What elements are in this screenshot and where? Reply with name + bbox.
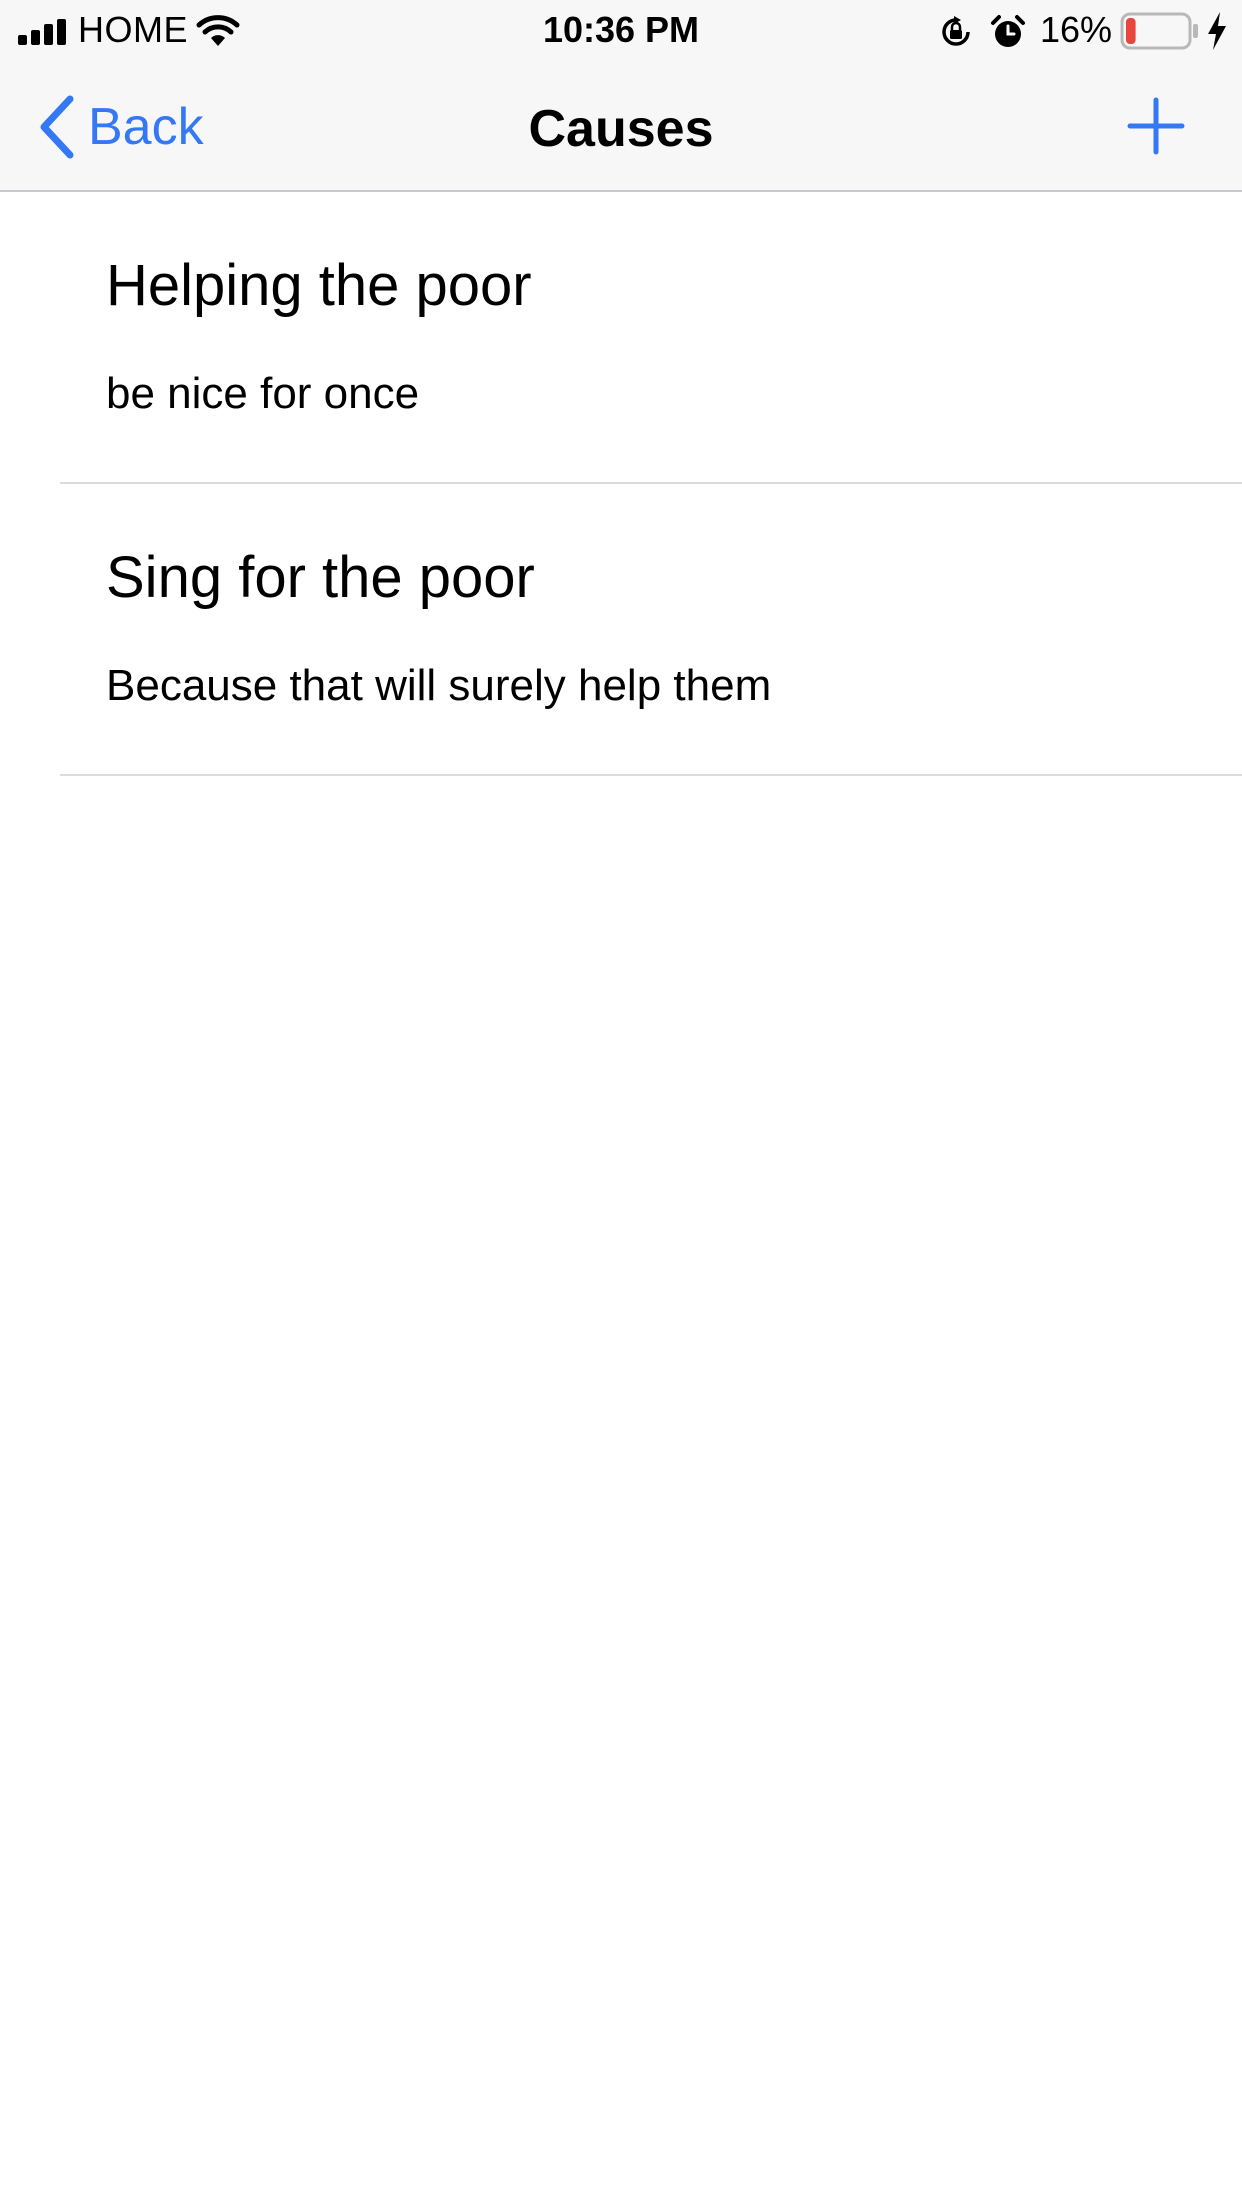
alarm-icon <box>991 15 1025 47</box>
page-title: Causes <box>528 100 714 158</box>
battery-percentage: 16% <box>1040 9 1113 50</box>
battery-icon <box>1120 12 1198 50</box>
causes-list: Helping the poor be nice for once Sing f… <box>0 192 1242 776</box>
cause-title: Helping the poor <box>106 253 532 318</box>
add-cause-button[interactable] <box>1126 96 1186 156</box>
cause-description: Because that will surely help them <box>106 661 772 710</box>
cause-description: be nice for once <box>106 369 420 418</box>
cause-title: Sing for the poor <box>106 545 535 610</box>
cause-row[interactable]: Sing for the poor Because that will sure… <box>0 484 1242 776</box>
rotation-lock-icon <box>942 16 970 46</box>
status-bar: HOME 10:36 PM 16% <box>0 0 1242 60</box>
cause-row[interactable]: Helping the poor be nice for once <box>0 192 1242 484</box>
plus-icon <box>1127 97 1185 155</box>
charging-icon <box>1208 12 1226 50</box>
navigation-bar: Back Causes <box>0 60 1242 192</box>
